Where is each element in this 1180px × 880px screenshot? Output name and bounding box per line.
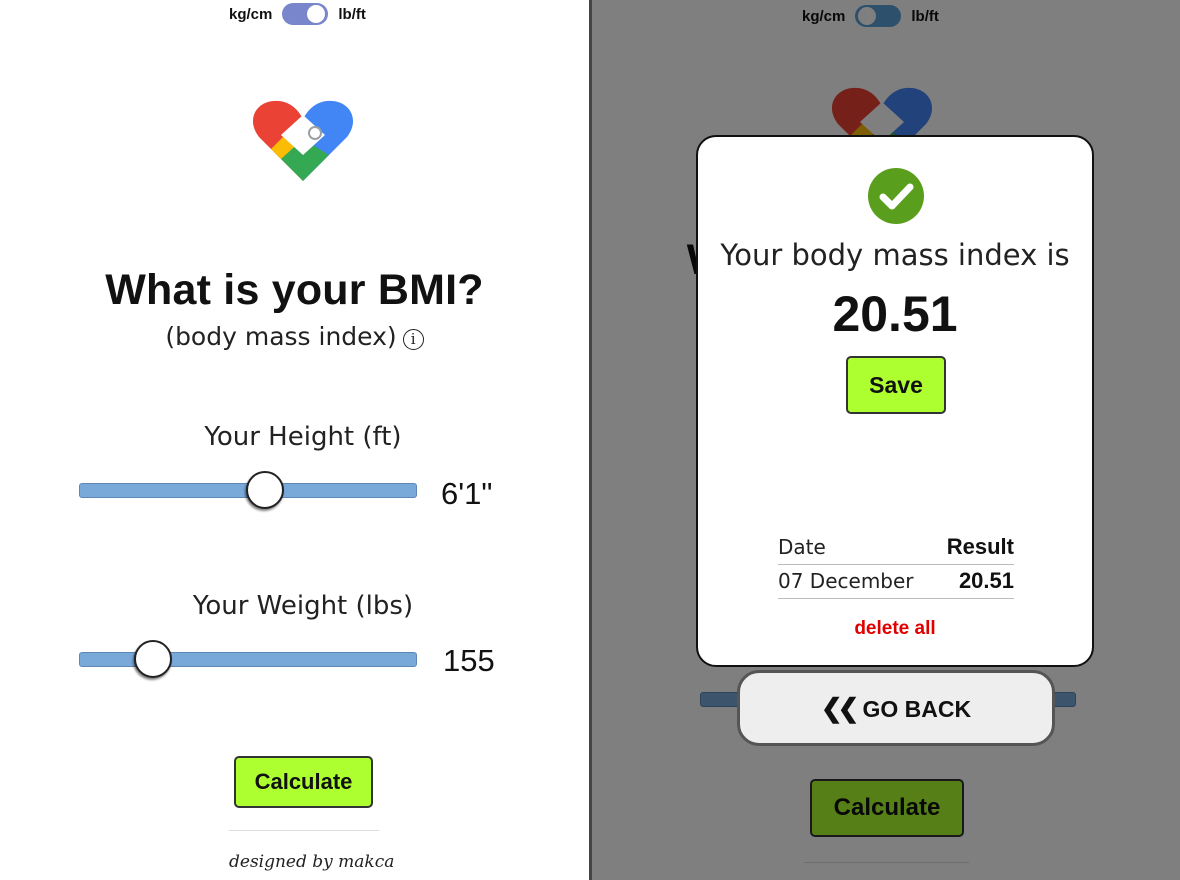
- weight-label: Your Weight (lbs): [192, 591, 414, 621]
- table-row: 07 December 20.51: [778, 564, 1014, 599]
- save-button[interactable]: Save: [846, 356, 946, 414]
- footer-divider: [229, 830, 379, 831]
- page-subtitle-text: (body mass index): [165, 322, 397, 351]
- info-icon[interactable]: i: [402, 329, 424, 350]
- go-back-label: GO BACK: [862, 696, 972, 722]
- go-back-button[interactable]: ❮❮ GO BACK: [737, 670, 1055, 746]
- page-title: What is your BMI?: [105, 266, 484, 314]
- calculate-button[interactable]: Calculate: [234, 756, 373, 808]
- unit-toggle: kg/cm lb/ft: [229, 3, 366, 25]
- check-circle-icon: [868, 168, 924, 224]
- unit-toggle-metric-label: kg/cm: [229, 5, 273, 23]
- double-chevron-left-icon: ❮❮: [820, 693, 860, 723]
- bmi-result-panel: kg/cm lb/ft What is your BMI? Calculate …: [589, 0, 1180, 880]
- height-value: 6'1": [441, 476, 493, 511]
- unit-switch-knob[interactable]: [307, 5, 326, 23]
- page-subtitle: (body mass index) i: [0, 322, 589, 351]
- unit-switch[interactable]: [282, 3, 329, 25]
- unit-toggle-imperial-label: lb/ft: [338, 5, 366, 23]
- history-table: Date Result 07 December 20.51: [778, 530, 1014, 599]
- footer-credit: designed by makca: [229, 852, 395, 872]
- date-column-header: Date: [778, 530, 936, 565]
- result-modal: Your body mass index is 20.51 Save Date …: [696, 135, 1094, 667]
- row-date: 07 December: [778, 564, 936, 599]
- bmi-form-panel: kg/cm lb/ft What is your BMI? (body mass…: [0, 0, 589, 880]
- weight-slider[interactable]: [79, 652, 417, 667]
- height-label: Your Height (ft): [204, 422, 402, 452]
- result-column-header: Result: [935, 530, 1014, 565]
- delete-all-link[interactable]: delete all: [698, 618, 1092, 640]
- bmi-result-value: 20.51: [832, 286, 958, 342]
- history-table-header: Date Result: [778, 530, 1014, 565]
- result-heading: Your body mass index is: [720, 238, 1070, 272]
- weight-value: 155: [443, 643, 495, 678]
- heart-logo-icon: [251, 95, 355, 187]
- weight-slider-thumb[interactable]: [134, 640, 173, 678]
- height-slider-thumb[interactable]: [245, 471, 284, 509]
- row-result: 20.51: [935, 564, 1014, 599]
